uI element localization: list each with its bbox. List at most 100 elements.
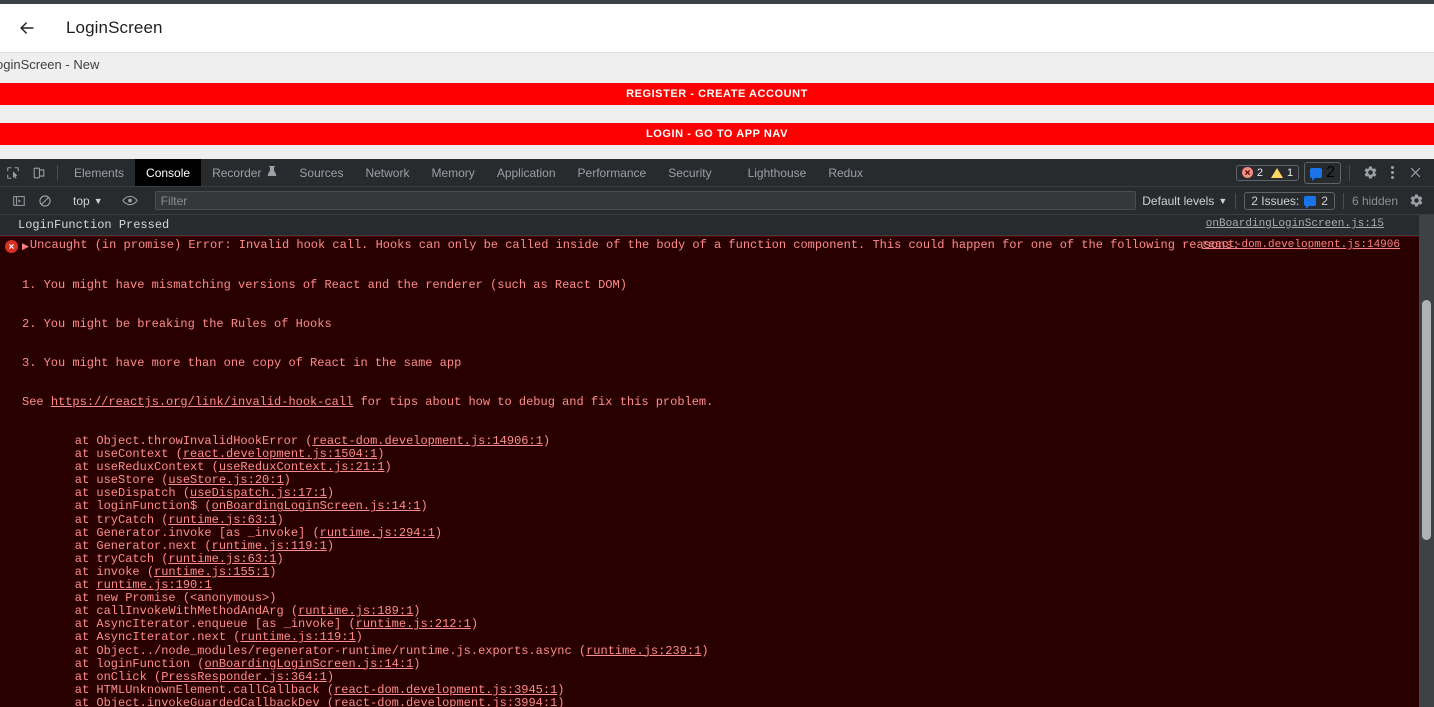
console-error-reasons: 1. You might have mismatching versions o…: [0, 253, 1434, 435]
execution-context-select[interactable]: top ▼: [69, 194, 107, 208]
console-scrollbar-thumb[interactable]: [1422, 300, 1431, 540]
expand-arrow-icon[interactable]: ▶: [22, 242, 29, 252]
tab-security[interactable]: Security: [657, 159, 722, 186]
inspect-element-icon[interactable]: [0, 159, 26, 186]
stack-frame-tail: ): [557, 695, 565, 707]
warning-count: 1: [1286, 166, 1294, 179]
tab-redux-label: Redux: [828, 165, 863, 180]
stack-frame-tail: ): [542, 434, 551, 448]
tab-network[interactable]: Network: [354, 159, 420, 186]
tab-lighthouse[interactable]: Lighthouse: [737, 159, 818, 186]
live-expression-eye-icon[interactable]: [118, 194, 142, 207]
chevron-down-icon: ▼: [1218, 195, 1228, 206]
invalid-hook-call-link[interactable]: https://reactjs.org/link/invalid-hook-ca…: [51, 395, 353, 409]
stack-frame-source-link[interactable]: runtime.js:63:1: [168, 552, 276, 566]
console-scrollbar-track[interactable]: [1419, 215, 1434, 707]
log-levels-select[interactable]: Default levels ▼: [1142, 194, 1227, 208]
console-message-list[interactable]: LoginFunction Pressed onBoardingLoginScr…: [0, 215, 1434, 707]
tab-lighthouse-label: Lighthouse: [747, 165, 807, 180]
error-badge-icon: [1241, 167, 1253, 178]
tab-redux[interactable]: Redux: [817, 159, 874, 186]
stack-frame-source-link[interactable]: react-dom.development.js:14906:1: [312, 434, 542, 448]
stack-frame-tail: ): [413, 656, 421, 671]
tab-memory-label: Memory: [431, 165, 475, 180]
console-error-source-link[interactable]: react-dom.development.js:14906: [1202, 239, 1400, 251]
tab-console-label: Console: [146, 165, 191, 180]
device-toolbar-icon[interactable]: [26, 159, 52, 186]
stack-frame-source-link[interactable]: react.development.js:1504:1: [183, 447, 377, 461]
see-suffix: for tips about how to debug and fix this…: [353, 395, 714, 409]
devtools-panel: Elements Console Recorder Sources Networ…: [0, 159, 1434, 707]
tab-application[interactable]: Application: [486, 159, 567, 186]
stack-frame-source-link[interactable]: react-dom.development.js:3945:1: [334, 683, 557, 697]
stack-frame-text: at onClick (: [46, 669, 162, 684]
stack-frame-source-link[interactable]: runtime.js:189:1: [298, 604, 413, 618]
stack-frame-source-link[interactable]: runtime.js:119:1: [212, 539, 327, 553]
stack-frame-tail: ): [434, 525, 443, 540]
hidden-messages-label: 6 hidden: [1351, 193, 1398, 208]
clear-console-icon[interactable]: [32, 194, 58, 208]
back-arrow-icon[interactable]: [14, 15, 40, 41]
stack-frame-tail: ): [355, 630, 363, 645]
devtools-tabbar-right: 2 1 2: [1235, 159, 1434, 186]
app-subheader: oginScreen - New: [0, 53, 1434, 75]
filter-input[interactable]: [154, 191, 1137, 210]
stack-frame-source-link[interactable]: useDispatch.js:17:1: [190, 486, 327, 500]
tab-recorder[interactable]: Recorder: [201, 159, 288, 186]
close-devtools-icon[interactable]: [1402, 166, 1428, 179]
console-filter-bar: top ▼ Default levels ▼ 2 Issues: 2 6 hid…: [0, 187, 1434, 215]
tab-memory[interactable]: Memory: [420, 159, 485, 186]
stack-frame-source-link[interactable]: runtime.js:63:1: [168, 513, 276, 527]
more-options-kebab-icon[interactable]: [1382, 166, 1402, 179]
tab-console[interactable]: Console: [135, 159, 202, 186]
log-levels-value: Default levels: [1142, 193, 1215, 208]
app-bottom-padding: [0, 145, 1434, 159]
stack-frame-text: at useDispatch (: [46, 486, 191, 501]
settings-gear-icon[interactable]: [1358, 161, 1382, 185]
login-go-to-app-nav-button[interactable]: LOGIN - GO TO APP NAV: [0, 123, 1434, 145]
stack-frame-source-link[interactable]: runtime.js:155:1: [154, 565, 269, 579]
stack-frame-tail: ): [420, 499, 428, 514]
issues-label: 2 Issues:: [1251, 193, 1300, 208]
console-log-text: LoginFunction Pressed: [18, 218, 170, 232]
issues-button[interactable]: 2 Issues: 2: [1244, 191, 1335, 210]
error-reason-1: 1. You might have mismatching versions o…: [22, 278, 627, 292]
stack-frame-text: at tryCatch (: [46, 551, 169, 566]
message-count-box[interactable]: 2: [1304, 161, 1341, 184]
stack-frame-text: at Object../node_modules/regenerator-run…: [46, 643, 587, 658]
console-log-source-link[interactable]: onBoardingLoginScreen.js:15: [1206, 218, 1428, 232]
stack-frame-source-link[interactable]: runtime.js:119:1: [240, 630, 355, 644]
tab-sources[interactable]: Sources: [288, 159, 354, 186]
stack-frame-source-link[interactable]: react-dom.development.js:3994:1: [334, 696, 557, 707]
stack-frame-text: at tryCatch (: [46, 512, 169, 527]
stack-frame-tail: ): [384, 460, 392, 475]
stack-frame-tail: ): [557, 682, 565, 697]
stack-frame-source-link[interactable]: runtime.js:190:1: [96, 578, 211, 592]
error-warning-counts[interactable]: 2 1: [1235, 164, 1300, 181]
error-circle-icon: [5, 240, 18, 253]
stack-frame-text: at Object.invokeGuardedCallbackDev (: [46, 695, 335, 707]
stack-frame-tail: ): [470, 617, 479, 632]
console-error-row[interactable]: react-dom.development.js:14906 ▶ Uncaugh…: [0, 236, 1434, 707]
stack-frame-source-link[interactable]: useReduxContext.js:21:1: [219, 460, 385, 474]
error-see-line: See https://reactjs.org/link/invalid-hoo…: [22, 396, 1434, 409]
tab-performance[interactable]: Performance: [567, 159, 658, 186]
stack-frame-source-link[interactable]: runtime.js:239:1: [586, 644, 701, 658]
console-log-row[interactable]: LoginFunction Pressed onBoardingLoginScr…: [0, 215, 1434, 236]
stack-frame-tail: ): [377, 447, 385, 462]
stack-frame-source-link[interactable]: onBoardingLoginScreen.js:14:1: [204, 657, 413, 671]
error-count: 2: [1256, 166, 1263, 179]
stack-frame-tail: ): [326, 538, 335, 553]
stack-frame-source-link[interactable]: onBoardingLoginScreen.js:14:1: [212, 499, 421, 513]
stack-frame-source-link[interactable]: runtime.js:294:1: [320, 526, 435, 540]
tab-elements[interactable]: Elements: [63, 159, 135, 186]
console-settings-gear-icon[interactable]: [1404, 189, 1428, 213]
stack-frame-source-link[interactable]: useStore.js:20:1: [168, 473, 283, 487]
stack-frame-source-link[interactable]: PressResponder.js:364:1: [161, 670, 327, 684]
console-sidebar-icon[interactable]: [6, 194, 32, 208]
see-prefix: See: [22, 395, 51, 409]
stack-frame-text: at Generator.next (: [46, 538, 212, 553]
stack-frame-source-link[interactable]: runtime.js:212:1: [356, 617, 471, 631]
console-error-stacktrace: at Object.throwInvalidHookError (react-d…: [0, 434, 1434, 707]
register-create-account-button[interactable]: REGISTER - CREATE ACCOUNT: [0, 83, 1434, 105]
